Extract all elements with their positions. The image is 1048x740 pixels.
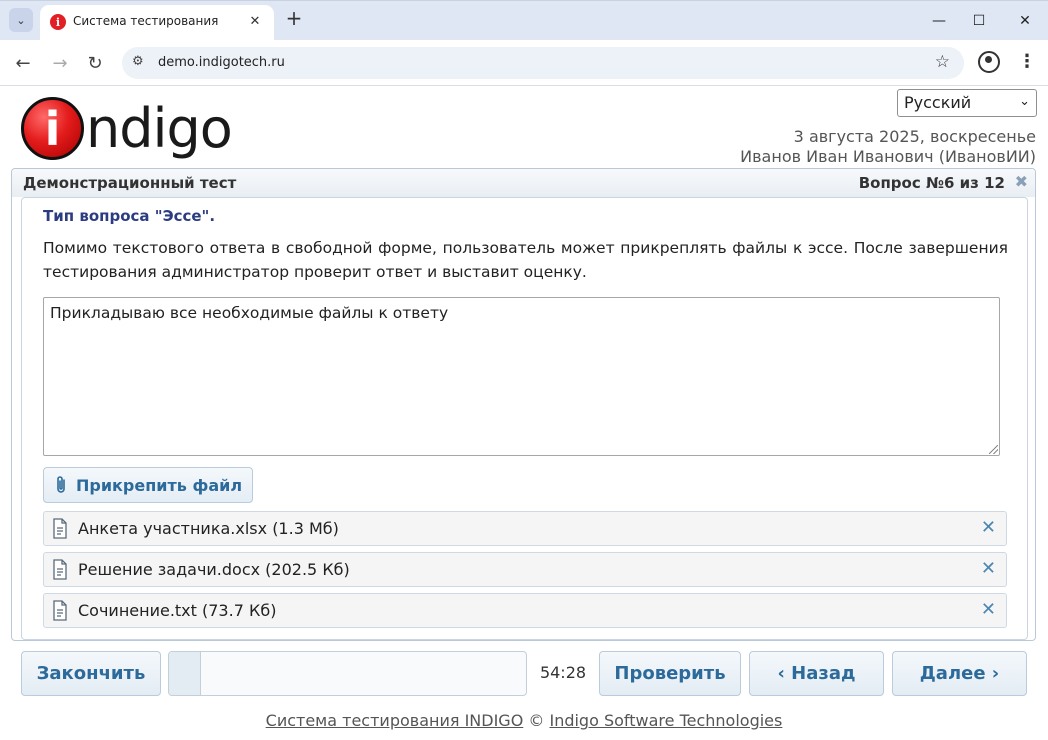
browser-toolbar: ← → ↻ ⚙ demo.indigotech.ru ☆ xyxy=(0,40,1048,86)
back-arrow-icon[interactable]: ← xyxy=(11,51,35,75)
progress-bar xyxy=(168,651,527,696)
user-name: Иванов Иван Иванович (ИвановИИ) xyxy=(740,147,1036,166)
answer-text: Прикладываю все необходимые файлы к отве… xyxy=(50,304,449,322)
next-button[interactable]: Далее › xyxy=(892,651,1027,696)
site-favicon-icon: i xyxy=(50,14,66,30)
question-text: Помимо текстового ответа в свободной фор… xyxy=(43,239,1008,281)
browser-menu-icon[interactable]: ⋮ xyxy=(1018,51,1036,72)
remove-file-icon[interactable]: ✕ xyxy=(981,517,996,538)
test-panel: Демонстрационный тест Вопрос №6 из 12 ✖ … xyxy=(11,168,1036,641)
file-name[interactable]: Решение задачи.docx (202.5 Кб) xyxy=(78,560,350,579)
tab-title: Система тестирования xyxy=(73,14,219,28)
new-tab-icon[interactable]: + xyxy=(284,7,304,31)
paperclip-icon xyxy=(57,476,65,493)
current-date: 3 августа 2025, воскресенье xyxy=(793,127,1036,146)
document-icon xyxy=(53,518,67,539)
attach-file-button[interactable]: Прикрепить файл xyxy=(43,467,253,503)
file-name[interactable]: Анкета участника.xlsx (1.3 Мб) xyxy=(78,519,339,538)
browser-tab-strip: ⌄ i Система тестирования ✕ + — ☐ ✕ xyxy=(0,0,1048,41)
site-settings-icon[interactable]: ⚙ xyxy=(132,54,144,69)
forward-arrow-icon[interactable]: → xyxy=(48,51,72,75)
remove-file-icon[interactable]: ✕ xyxy=(981,558,996,579)
attached-file-row: Сочинение.txt (73.7 Кб) ✕ xyxy=(43,593,1007,628)
timer: 54:28 xyxy=(539,663,587,682)
language-select[interactable]: Русский ⌄ xyxy=(897,89,1037,117)
attached-file-row: Анкета участника.xlsx (1.3 Мб) ✕ xyxy=(43,511,1007,546)
resize-grip-icon[interactable] xyxy=(989,445,998,454)
copyright-sign: © xyxy=(528,711,545,730)
back-button[interactable]: ‹ Назад xyxy=(749,651,884,696)
progress-fill xyxy=(169,652,202,695)
test-title: Демонстрационный тест xyxy=(23,174,237,192)
logo-letter-i: i xyxy=(44,102,61,156)
language-value: Русский xyxy=(904,93,972,112)
check-button[interactable]: Проверить xyxy=(599,651,741,696)
document-icon xyxy=(53,559,67,580)
maximize-icon[interactable]: ☐ xyxy=(964,7,994,35)
minimize-icon[interactable]: — xyxy=(924,7,954,35)
question-body: Тип вопроса "Эссе". Помимо текстового от… xyxy=(21,197,1028,640)
window-close-icon[interactable]: ✕ xyxy=(1010,7,1040,35)
footer-system-link[interactable]: Система тестирования INDIGO xyxy=(266,711,524,730)
profile-icon[interactable] xyxy=(978,51,1000,73)
document-icon xyxy=(53,600,67,621)
panel-header: Демонстрационный тест Вопрос №6 из 12 ✖ xyxy=(12,169,1035,197)
address-bar[interactable]: ⚙ demo.indigotech.ru ☆ xyxy=(122,47,964,79)
chevron-down-icon: ⌄ xyxy=(1019,94,1030,109)
bookmark-star-icon[interactable]: ☆ xyxy=(935,52,950,72)
page-footer: Система тестирования INDIGO © Indigo Sof… xyxy=(0,711,1048,730)
indigo-logo: i ndigo xyxy=(21,95,233,161)
attached-file-row: Решение задачи.docx (202.5 Кб) ✕ xyxy=(43,552,1007,587)
attach-file-label: Прикрепить файл xyxy=(76,475,243,495)
question-counter: Вопрос №6 из 12 xyxy=(858,174,1005,192)
question-type: Тип вопроса "Эссе". xyxy=(43,207,216,225)
tab-search-button[interactable]: ⌄ xyxy=(9,8,33,32)
remove-file-icon[interactable]: ✕ xyxy=(981,599,996,620)
url-text[interactable]: demo.indigotech.ru xyxy=(158,55,285,70)
file-name[interactable]: Сочинение.txt (73.7 Кб) xyxy=(78,601,276,620)
essay-answer-textarea[interactable]: Прикладываю все необходимые файлы к отве… xyxy=(43,297,1000,456)
footer-company-link[interactable]: Indigo Software Technologies xyxy=(549,711,782,730)
logo-text: ndigo xyxy=(86,96,233,160)
panel-close-icon[interactable]: ✖ xyxy=(1015,172,1028,191)
logo-ball-icon: i xyxy=(21,96,84,160)
browser-tab[interactable]: i Система тестирования ✕ xyxy=(40,5,274,41)
finish-button[interactable]: Закончить xyxy=(21,651,161,696)
tab-close-icon[interactable]: ✕ xyxy=(246,12,264,30)
reload-icon[interactable]: ↻ xyxy=(83,51,107,75)
